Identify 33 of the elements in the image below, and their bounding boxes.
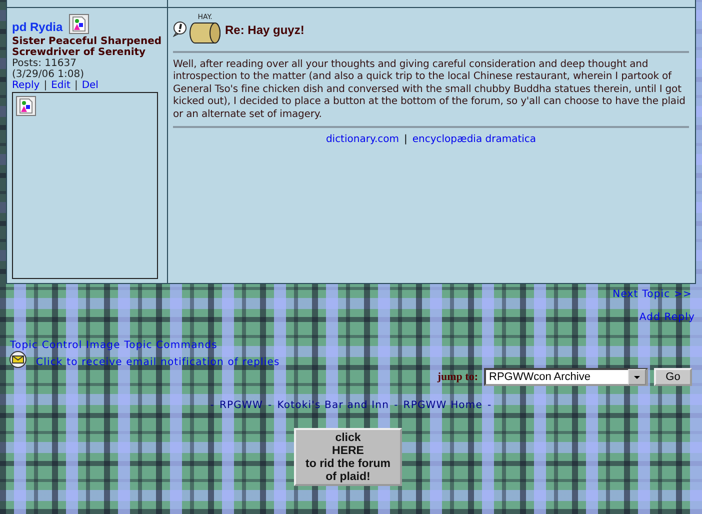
post-date: (3/29/06 1:08) [12, 69, 85, 80]
email-notification-link[interactable]: Click to receive email notification of replies [36, 357, 280, 368]
exclamation-icon [173, 21, 187, 37]
post-action-link[interactable]: Edit [51, 80, 70, 91]
go-button[interactable]: Go [654, 368, 692, 386]
next-topic-link[interactable]: Next Topic >> [612, 289, 692, 300]
jump-to-label: jump to: [437, 371, 478, 383]
broken-image-icon [16, 96, 36, 116]
post-action-link[interactable]: Del [82, 80, 98, 91]
footer-separator: - [488, 400, 492, 411]
hay-bale-icon [189, 21, 221, 45]
link-separator: | [74, 80, 78, 91]
footer-separator: - [268, 400, 272, 411]
broken-image-icon [68, 14, 89, 34]
footer-separator: - [210, 400, 214, 411]
post-count: Posts: 11637 [12, 58, 78, 69]
footer-link[interactable]: Kotoki's Bar and Inn [277, 400, 390, 411]
author-link[interactable]: pd Rydia [12, 20, 63, 34]
footer-link[interactable]: RPGWW Home [403, 400, 482, 411]
post-action-link[interactable]: Reply [12, 80, 40, 91]
footer-link[interactable]: RPGWW [220, 400, 264, 411]
link-separator: | [404, 134, 408, 146]
signature-link[interactable]: dictionary.com [326, 134, 399, 146]
author-title: Sister Peaceful Sharpened Screwdriver of Serenity [12, 36, 162, 58]
forum-select[interactable]: RPGWWcon Archive [484, 368, 648, 386]
footer-separator: - [394, 400, 398, 411]
remove-plaid-button[interactable]: click HERE to rid the forum of plaid! [294, 428, 402, 486]
signature-link[interactable]: encyclopædia dramatica [412, 134, 536, 146]
mail-icon [9, 351, 27, 368]
topic-control-link[interactable]: Topic Control Image Topic Commands [10, 340, 218, 351]
link-separator: | [44, 80, 48, 91]
post-body: Well, after reading over all your thoughts and giving careful consideration and deep thought and introspection to the matter (and also a quick trip to the local Chinese restaurant, wherein I partook of General Tso's fine chicken dish and conversed with the small chubby Buddha statues therein, until I got kicked out), I decided to place a button at the bottom of the forum, so y'all can choose to have the plaid or an alternate set of imagery. [173, 53, 689, 128]
post-subject: Re: Hay guyz! [225, 23, 304, 37]
